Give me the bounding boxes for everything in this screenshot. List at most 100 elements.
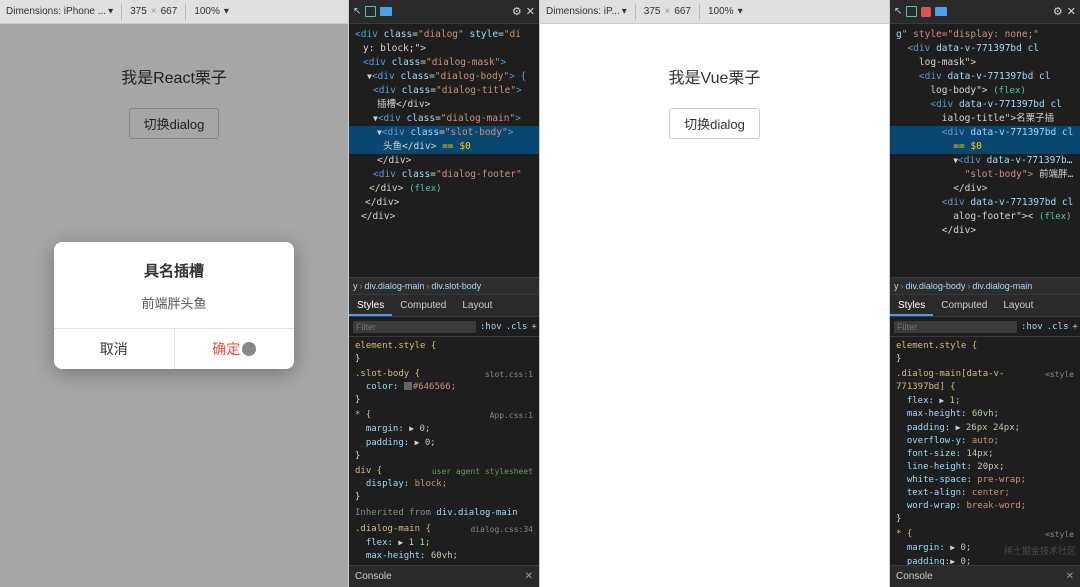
left-breadcrumb: y › div.dialog-main › div.slot-body — [349, 277, 539, 295]
right-box-icon[interactable] — [906, 6, 917, 17]
left-browser-content: 我是React栗子 切换dialog 具名插槽 前端胖头鱼 取消 确定 — [0, 24, 348, 587]
left-style-dialog-main: .dialog-main { dialog.css:34 flex: ▶ 1 1… — [349, 522, 539, 566]
left-cursor-icon[interactable]: ↖ — [353, 6, 361, 17]
left-filter-row: :hov .cls + ⊞ — [349, 319, 539, 337]
right-close-icon[interactable]: ✕ — [1067, 5, 1076, 18]
left-zoom: 100% — [194, 6, 220, 17]
right-console-label[interactable]: Console — [896, 571, 933, 582]
right-dom-tree: g" style="display: none;" <div data-v-77… — [890, 24, 1080, 277]
left-bc-slot-body[interactable]: div.slot-body — [431, 281, 481, 291]
left-style-ua: div { user agent stylesheet display: blo… — [349, 464, 539, 505]
dom-line: log-mask"> — [890, 56, 1080, 70]
left-tab-computed[interactable]: Computed — [392, 297, 454, 316]
right-cursor-icon[interactable]: ↖ — [894, 6, 902, 17]
right-sep2 — [699, 4, 700, 20]
dom-line-selected: 头鱼</div> == $0 — [349, 140, 539, 154]
left-close-icon[interactable]: ✕ — [526, 5, 535, 18]
right-filter-plus[interactable]: + — [1072, 321, 1077, 334]
left-dom-tree: <div class="dialog" style="di y: block;"… — [349, 24, 539, 277]
left-console-label[interactable]: Console — [355, 571, 392, 582]
left-browser: Dimensions: iPhone ... ▾ 375 × 667 100% … — [0, 0, 349, 587]
right-filter-row: :hov .cls + ⊞ — [890, 319, 1080, 337]
dom-line-selected: == $0 — [890, 140, 1080, 154]
left-bc-y: y — [353, 281, 358, 291]
right-tab-styles[interactable]: Styles — [890, 297, 933, 316]
right-bc-y: y — [894, 281, 899, 291]
right-browser: Dimensions: iP... ▾ 375 × 667 100% ▾ 我是V… — [540, 0, 890, 587]
left-console-close[interactable]: ✕ — [525, 571, 533, 582]
dom-line: <div data-v-771397bd cl — [890, 42, 1080, 56]
right-zoom: 100% — [708, 6, 734, 17]
left-x: × — [151, 6, 157, 17]
right-console-close[interactable]: ✕ — [1066, 571, 1074, 582]
left-dimension-select[interactable]: Dimensions: iPhone ... ▾ — [6, 6, 113, 17]
left-cancel-button[interactable]: 取消 — [54, 329, 175, 369]
left-dimension-label: Dimensions: iPhone ... — [6, 6, 106, 17]
right-dimension-label: Dimensions: iP... — [546, 6, 620, 17]
left-style-slot-body: .slot-body { slot.css:1 color: #646566; … — [349, 367, 539, 408]
dom-line: </div> (flex) — [349, 182, 539, 196]
dom-line: </div> — [349, 196, 539, 210]
right-tab-layout[interactable]: Layout — [995, 297, 1041, 316]
right-x: × — [664, 6, 670, 17]
left-filter-cls[interactable]: .cls — [506, 321, 528, 334]
left-filter-plus[interactable]: + — [531, 321, 536, 334]
left-zoom-chevron: ▾ — [224, 6, 229, 17]
right-browser-content: 我是Vue栗子 切换dialog — [540, 24, 889, 587]
dom-line: log-body"> (flex) — [890, 84, 1080, 98]
right-devtools-topbar: ↖ ⚙ ✕ — [890, 0, 1080, 24]
right-tab-computed[interactable]: Computed — [933, 297, 995, 316]
left-box-icon[interactable] — [365, 6, 376, 17]
right-zoom-chevron: ▾ — [738, 6, 743, 17]
right-devtools: ↖ ⚙ ✕ g" style="display: none;" <div dat… — [890, 0, 1080, 587]
left-panel: Dimensions: iPhone ... ▾ 375 × 667 100% … — [0, 0, 540, 587]
right-blue-rect-icon[interactable] — [935, 7, 947, 16]
left-width: 375 — [130, 6, 147, 17]
right-breadcrumb: y › div.dialog-body › div.dialog-main — [890, 277, 1080, 295]
left-bc-dialog-main[interactable]: div.dialog-main — [365, 281, 425, 291]
dom-line: <div data-v-771397bd cl — [890, 98, 1080, 112]
left-tab-layout[interactable]: Layout — [454, 297, 500, 316]
left-tab-styles[interactable]: Styles — [349, 297, 392, 316]
right-filter-cls[interactable]: .cls — [1047, 321, 1069, 334]
left-bc-sep1: › — [360, 281, 363, 291]
dom-line: </div> — [349, 210, 539, 224]
dom-line: <div class="dialog-mask"> — [349, 56, 539, 70]
right-filter-input[interactable] — [894, 321, 1017, 333]
dom-line: <div class="dialog-footer" — [349, 168, 539, 182]
left-filter-hov[interactable]: :hov — [480, 321, 502, 334]
dom-line: <div class="dialog-title"> — [349, 84, 539, 98]
dom-line: </div> — [890, 224, 1080, 238]
right-red-rect-icon[interactable] — [921, 7, 931, 17]
dom-line: g" style="display: none;" — [890, 28, 1080, 42]
left-styles-tabs: Styles Computed Layout — [349, 295, 539, 317]
left-style-star: * { App.css:1 margin: ▶ 0; padding: ▶ 0;… — [349, 408, 539, 464]
right-filter-hov[interactable]: :hov — [1021, 321, 1043, 334]
dom-line-selected: <div data-v-771397bd cl — [890, 126, 1080, 140]
dom-line: y: block;"> — [349, 42, 539, 56]
dom-line: alog-footer">< (flex) — [890, 210, 1080, 224]
right-dimension-select[interactable]: Dimensions: iP... ▾ — [546, 6, 627, 17]
left-filter-input[interactable] — [353, 321, 476, 333]
left-gear-icon[interactable]: ⚙ — [512, 5, 522, 18]
dom-line: "slot-body"> 前端胖头鱼< — [890, 168, 1080, 182]
left-blue-rect-icon[interactable] — [380, 7, 392, 16]
left-dialog-title: 具名插槽 — [54, 242, 294, 289]
right-gear-icon[interactable]: ⚙ — [1053, 5, 1063, 18]
left-sep1 — [121, 4, 122, 20]
left-chevron-icon: ▾ — [108, 6, 113, 17]
right-browser-topbar: Dimensions: iP... ▾ 375 × 667 100% ▾ — [540, 0, 889, 24]
right-bc-dialog-main[interactable]: div.dialog-main — [972, 281, 1032, 291]
left-confirm-button[interactable]: 确定 — [175, 329, 295, 369]
right-styles-pane: :hov .cls + ⊞ element.style { } .dialog-… — [890, 317, 1080, 566]
right-switch-button[interactable]: 切换dialog — [669, 108, 760, 139]
left-dialog-overlay[interactable]: 具名插槽 前端胖头鱼 取消 确定 — [0, 24, 348, 587]
right-bc-dialog-body[interactable]: div.dialog-body — [906, 281, 966, 291]
dom-line: ▼<div class="dialog-main"> — [349, 112, 539, 126]
dom-line: ialog-title">名栗子插 — [890, 112, 1080, 126]
left-inherited-header: Inherited from div.dialog-main — [349, 505, 539, 522]
right-style-element: element.style { } — [890, 339, 1080, 367]
left-browser-topbar: Dimensions: iPhone ... ▾ 375 × 667 100% … — [0, 0, 348, 24]
dom-line: </div> — [890, 182, 1080, 196]
left-dialog: 具名插槽 前端胖头鱼 取消 确定 — [54, 242, 294, 369]
